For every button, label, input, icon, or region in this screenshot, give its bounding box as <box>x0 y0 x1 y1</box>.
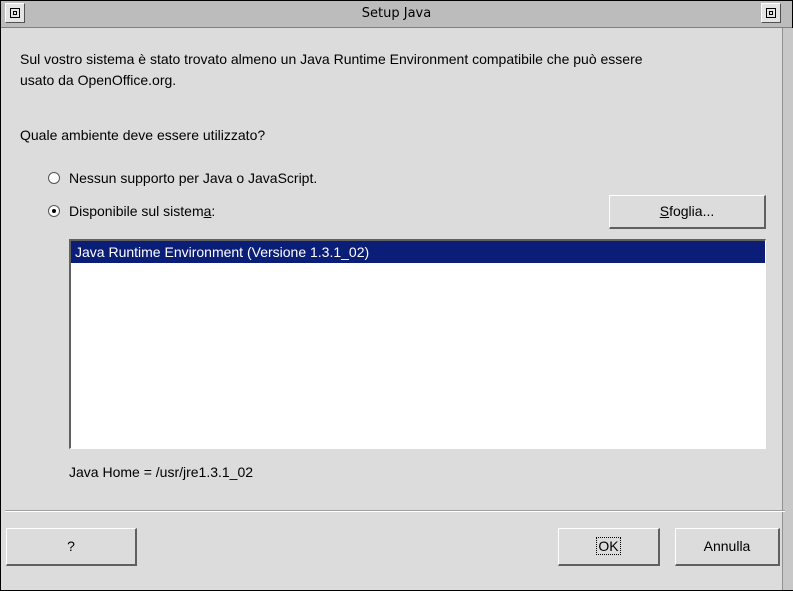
ok-button[interactable]: OK <box>558 528 660 566</box>
separator-highlight <box>5 511 785 512</box>
setup-java-window: Setup Java Sul vostro sistema è stato tr… <box>0 0 793 591</box>
window-right-edge <box>782 28 793 590</box>
intro-text-line2: usato da OpenOffice.org. <box>20 72 177 88</box>
java-home-label: Java Home = /usr/jre1.3.1_02 <box>69 464 254 480</box>
jre-list-item[interactable]: Java Runtime Environment (Versione 1.3.1… <box>71 241 765 263</box>
ok-button-label: OK <box>596 537 621 555</box>
jre-listbox[interactable]: Java Runtime Environment (Versione 1.3.1… <box>69 239 766 449</box>
question-label: Quale ambiente deve essere utilizzato? <box>20 127 266 143</box>
window-title: Setup Java <box>361 6 432 21</box>
radio-no-java-label[interactable]: Nessun supporto per Java o JavaScript. <box>69 170 317 186</box>
maximize-icon <box>766 8 776 18</box>
help-button[interactable]: ? <box>6 528 137 566</box>
title-bar[interactable]: Setup Java <box>1 1 792 28</box>
cancel-button[interactable]: Annulla <box>675 528 780 566</box>
radio-available-system[interactable] <box>48 205 60 217</box>
maximize-button[interactable] <box>761 3 781 23</box>
browse-button[interactable]: Sfoglia... <box>609 195 766 229</box>
intro-text-line1: Sul vostro sistema è stato trovato almen… <box>20 51 643 67</box>
radio-no-java[interactable] <box>48 172 60 184</box>
radio-available-system-label[interactable]: Disponibile sul sistema: <box>69 203 215 219</box>
